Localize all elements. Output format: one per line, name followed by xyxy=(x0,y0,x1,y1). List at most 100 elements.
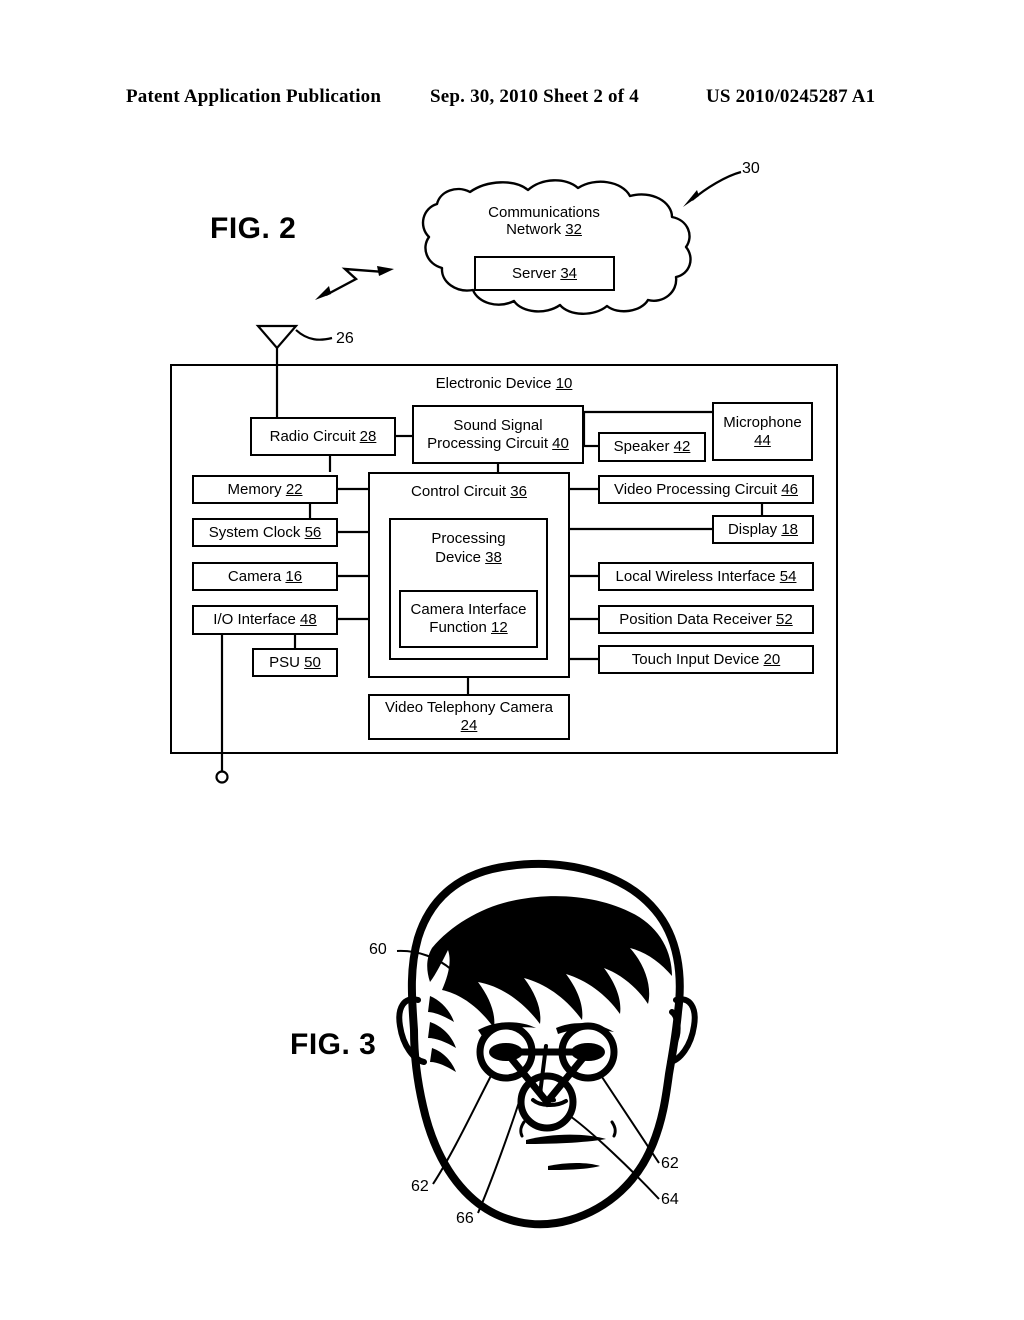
position-data-label: Position Data Receiver xyxy=(619,610,772,628)
processing-device-ref: 38 xyxy=(485,549,502,566)
radio-circuit-ref: 28 xyxy=(359,427,377,445)
control-circuit-label: Control Circuit xyxy=(411,483,507,500)
camera-label: Camera xyxy=(227,567,282,585)
control-circuit-title: Control Circuit 36 xyxy=(368,483,570,500)
local-wireless-label: Local Wireless Interface xyxy=(615,567,776,585)
memory-block: Memory 22 xyxy=(192,475,338,504)
eyes xyxy=(489,1043,605,1061)
mouth xyxy=(526,1134,606,1170)
ref-62-right: 62 xyxy=(661,1155,679,1172)
video-telephony-camera-block: Video Telephony Camera 24 xyxy=(368,694,570,740)
io-interface-ref: 48 xyxy=(300,611,317,628)
feature-triangle-overlay xyxy=(476,1022,618,1132)
zigzag-arrow-head-left xyxy=(315,286,331,300)
page-header: Patent Application Publication Sep. 30, … xyxy=(0,86,1024,112)
electronic-device-title-text: Electronic Device xyxy=(435,375,552,392)
figure-3-leader-lines xyxy=(396,949,660,1214)
ref-26: 26 xyxy=(336,330,354,347)
video-processing-label: Video Processing Circuit xyxy=(614,480,778,498)
camera-interface-line1: Camera Interface xyxy=(410,601,527,618)
display-ref: 18 xyxy=(781,520,799,538)
system-clock-label: System Clock xyxy=(208,523,301,541)
psu-block: PSU 50 xyxy=(252,648,338,677)
ref-62-left: 62 xyxy=(411,1178,429,1195)
communications-network-line1: Communications xyxy=(488,204,600,221)
communications-network-line2: Network xyxy=(506,221,562,238)
communications-network-title: Communications Network 32 xyxy=(444,204,644,238)
ear-right xyxy=(667,996,698,1065)
eye-marker-right-62 xyxy=(558,1022,618,1082)
header-date-sheet: Sep. 30, 2010 Sheet 2 of 4 xyxy=(430,86,639,107)
control-circuit-ref: 36 xyxy=(510,483,527,500)
header-publication-title: Patent Application Publication xyxy=(126,86,382,107)
camera-interface-line2: Function xyxy=(429,619,487,636)
microphone-label: Microphone xyxy=(723,413,802,431)
radio-circuit-block: Radio Circuit 28 xyxy=(250,417,396,456)
microphone-ref: 44 xyxy=(754,431,771,449)
electronic-device-title: Electronic Device 10 xyxy=(170,375,838,392)
antenna-icon xyxy=(255,324,333,369)
microphone-block: Microphone 44 xyxy=(712,402,813,461)
zigzag-arrow-head-right xyxy=(377,266,394,276)
nose xyxy=(531,1044,568,1107)
radio-circuit-label: Radio Circuit xyxy=(269,427,356,445)
eyebrows xyxy=(478,1022,614,1036)
communications-network-cloud xyxy=(421,179,692,315)
ref-arrow-30 xyxy=(691,170,742,201)
video-telephony-line1: Video Telephony Camera xyxy=(385,699,553,716)
camera-interface-ref: 12 xyxy=(491,619,508,636)
system-clock-ref: 56 xyxy=(304,523,322,541)
triangle-66 xyxy=(498,1048,596,1108)
electronic-device-ref: 10 xyxy=(555,375,573,392)
speaker-ref: 42 xyxy=(673,438,691,455)
eye-marker-left-62 xyxy=(476,1022,536,1082)
speaker-block: Speaker 42 xyxy=(598,432,706,462)
ear-left xyxy=(396,996,427,1065)
figure-2-label: FIG. 2 xyxy=(210,212,297,245)
ref-30: 30 xyxy=(742,160,760,177)
camera-interface-function-block: Camera Interface Function 12 xyxy=(399,590,538,648)
display-block: Display 18 xyxy=(712,515,814,544)
camera-ref: 16 xyxy=(285,567,303,585)
position-data-receiver-block: Position Data Receiver 52 xyxy=(598,605,814,634)
server-box: Server 34 xyxy=(474,256,615,291)
video-processing-circuit-block: Video Processing Circuit 46 xyxy=(598,475,814,504)
video-processing-ref: 46 xyxy=(781,480,798,498)
touch-input-label: Touch Input Device xyxy=(631,650,760,668)
header-patent-number: US 2010/0245287 A1 xyxy=(706,86,876,107)
speaker-label: Speaker xyxy=(613,438,670,455)
communications-network-ref: 32 xyxy=(565,221,582,238)
touch-input-device-block: Touch Input Device 20 xyxy=(598,645,814,674)
processing-device-line1: Processing xyxy=(431,530,506,547)
local-wireless-interface-block: Local Wireless Interface 54 xyxy=(598,562,814,591)
sound-signal-line2: Processing Circuit xyxy=(427,434,548,452)
nose-marker-64 xyxy=(517,1072,577,1132)
io-interface-block: I/O Interface 48 xyxy=(192,605,338,635)
memory-label: Memory xyxy=(227,480,282,498)
processing-device-line2: Device xyxy=(435,549,481,566)
ref-60: 60 xyxy=(369,941,387,958)
figure-3-label: FIG. 3 xyxy=(290,1028,377,1061)
server-ref: 34 xyxy=(560,264,578,282)
sound-signal-processing-block: Sound Signal Processing Circuit 40 xyxy=(412,405,584,464)
ref-arrow-30-head xyxy=(683,190,699,207)
wireless-link-zigzag xyxy=(325,267,385,297)
sound-signal-ref: 40 xyxy=(552,434,569,452)
memory-ref: 22 xyxy=(285,480,303,498)
ref-66: 66 xyxy=(456,1210,474,1227)
video-telephony-ref: 24 xyxy=(460,717,478,734)
local-wireless-ref: 54 xyxy=(779,567,797,585)
camera-block: Camera 16 xyxy=(192,562,338,591)
ref-64: 64 xyxy=(661,1191,679,1208)
psu-ref: 50 xyxy=(304,653,321,671)
head-outline xyxy=(407,859,684,1229)
psu-label: PSU xyxy=(269,653,300,671)
server-label: Server xyxy=(511,264,557,282)
sound-signal-line1: Sound Signal xyxy=(453,416,543,434)
display-label: Display xyxy=(727,520,778,538)
hair xyxy=(427,896,672,1072)
system-clock-block: System Clock 56 xyxy=(192,518,338,547)
touch-input-ref: 20 xyxy=(763,650,781,668)
position-data-ref: 52 xyxy=(776,610,793,628)
processing-device-title: Processing Device 38 xyxy=(389,529,548,567)
